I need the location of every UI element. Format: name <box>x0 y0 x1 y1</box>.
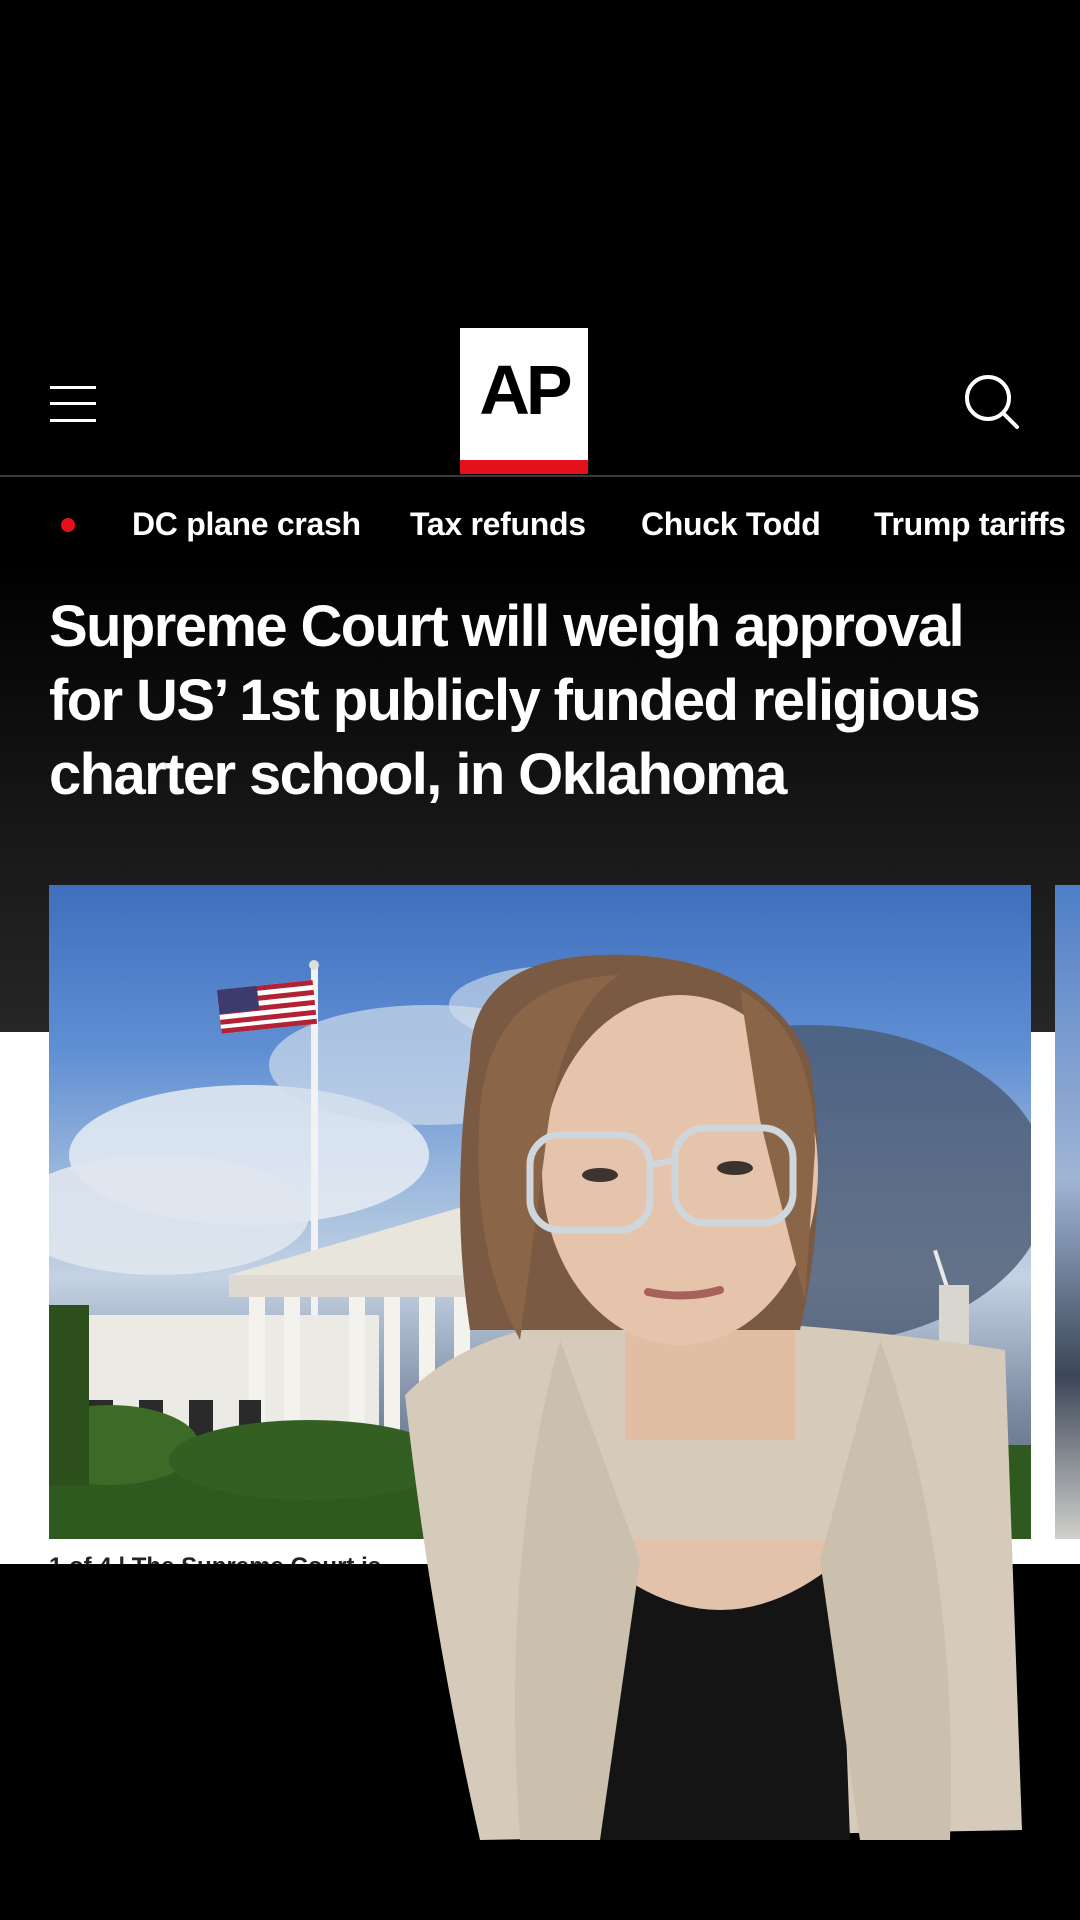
trending-nav: DC plane crash Tax refunds Chuck Todd Tr… <box>0 478 1080 570</box>
carousel-next-photo-peek[interactable] <box>1055 885 1080 1539</box>
header-divider <box>0 475 1080 477</box>
trending-link-trump-tariffs[interactable]: Trump tariffs <box>874 502 1066 546</box>
live-indicator-icon <box>61 518 75 532</box>
photo-caption: 1 of 4 | The Supreme Court is... <box>49 1552 401 1564</box>
site-header: AP <box>0 328 1080 475</box>
ap-logo[interactable]: AP <box>460 328 588 474</box>
supreme-court-photo-illustration <box>49 960 1031 1539</box>
search-icon[interactable] <box>962 372 1022 432</box>
app-screen: AP DC plane crash Tax refunds Chuck Todd… <box>0 0 1080 1920</box>
article-headline: Supreme Court will weigh approval for US… <box>49 594 981 807</box>
trending-link-chuck-todd[interactable]: Chuck Todd <box>641 502 821 546</box>
video-letterbox-bottom <box>0 1564 1080 1920</box>
logo-red-bar <box>460 460 588 474</box>
trending-link-tax-refunds[interactable]: Tax refunds <box>410 502 586 546</box>
logo-text: AP <box>479 351 572 429</box>
carousel-photo-supreme-court[interactable] <box>49 885 1031 1539</box>
hamburger-menu-icon[interactable] <box>50 386 96 422</box>
trending-link-dc-plane-crash[interactable]: DC plane crash <box>132 502 361 546</box>
